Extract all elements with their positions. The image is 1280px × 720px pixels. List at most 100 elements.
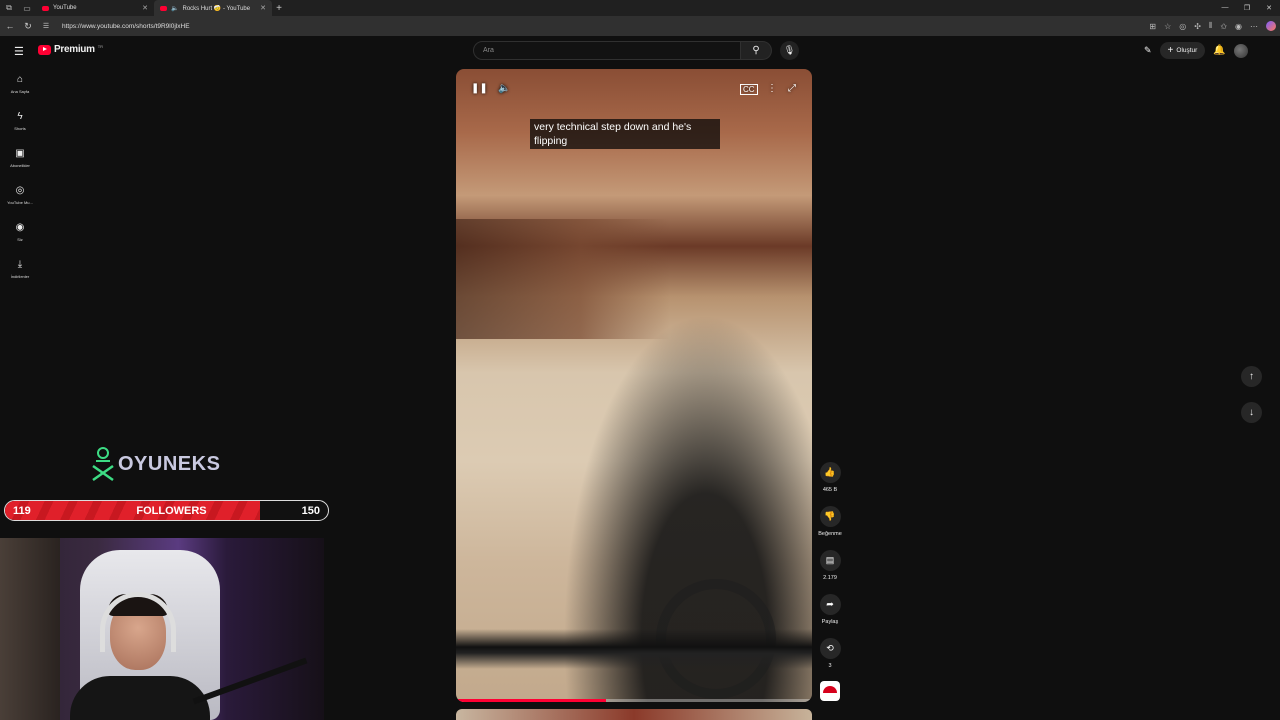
thumbs-up-icon: 👍 bbox=[819, 462, 841, 483]
tab-title: Rocks Hurt 🤕 - YouTube bbox=[182, 5, 251, 12]
back-icon[interactable]: ← bbox=[4, 21, 16, 31]
split-screen-icon[interactable]: ⫴ bbox=[1209, 21, 1212, 31]
left-sidebar: ⌂ Ana Sayfa ϟ Shorts ▣ Abonelikler ◎ You… bbox=[0, 70, 40, 292]
volume-icon[interactable]: 🔈 bbox=[498, 83, 510, 94]
red-bull-logo-icon bbox=[823, 686, 837, 693]
youtube-favicon-icon bbox=[160, 5, 167, 11]
app-install-icon[interactable]: ⊞ bbox=[1149, 22, 1156, 31]
remix-button[interactable]: ⟲ 3 bbox=[812, 638, 848, 682]
restore-icon[interactable]: ❐ bbox=[1236, 4, 1258, 12]
dislike-button[interactable]: 👎 Beğenme bbox=[812, 506, 848, 550]
more-options-icon[interactable]: ⋮ bbox=[767, 83, 777, 94]
sidebar-item-label: Siz bbox=[17, 237, 23, 242]
menu-icon[interactable]: ☰ bbox=[14, 45, 24, 58]
you-icon: ◉ bbox=[15, 222, 25, 233]
youtube-logo-icon bbox=[38, 44, 51, 55]
comment-count: 2.179 bbox=[823, 575, 837, 581]
extension-icon[interactable]: ◎ bbox=[1179, 22, 1186, 31]
speaker-icon: 🔈 bbox=[171, 5, 179, 12]
chat-icon[interactable]: ✎ bbox=[1144, 45, 1152, 56]
webcam-detail bbox=[70, 676, 210, 720]
share-button[interactable]: ➦ Paylaş bbox=[812, 594, 848, 638]
comments-button[interactable]: ▤ 2.179 bbox=[812, 550, 848, 594]
video-frame-detail bbox=[456, 219, 812, 339]
channel-avatar[interactable] bbox=[820, 681, 840, 701]
browser-toolbar-icons: ⊞ ☆ ◎ ✣ ⫴ ✩ ◉ ⋯ bbox=[1149, 21, 1276, 31]
close-icon[interactable]: ✕ bbox=[260, 4, 266, 12]
next-short-preview[interactable] bbox=[456, 709, 812, 720]
browser-address-bar: ← ↻ ☰ https://www.youtube.com/shorts/t9R… bbox=[0, 16, 1280, 36]
favorites-icon[interactable]: ✩ bbox=[1220, 22, 1227, 31]
search-button[interactable]: ⚲ bbox=[741, 41, 772, 60]
logo-text: Premium bbox=[54, 44, 95, 55]
tab-title: YouTube bbox=[53, 5, 77, 11]
puzzle-icon[interactable]: ✣ bbox=[1194, 22, 1201, 31]
sidebar-item-youtube-music[interactable]: ◎ YouTube Mu... bbox=[0, 181, 40, 218]
sidebar-item-label: YouTube Mu... bbox=[7, 200, 33, 205]
header-actions: ✎ + Oluştur 🔔 bbox=[1144, 42, 1248, 59]
oyuneks-logo: OYUNEKS bbox=[90, 446, 220, 482]
shorts-actions: 👍 465 B 👎 Beğenme ▤ 2.179 ➦ Paylaş ⟲ 3 bbox=[812, 462, 848, 682]
previous-short-button[interactable]: ↑ bbox=[1241, 366, 1262, 387]
create-button[interactable]: + Oluştur bbox=[1159, 42, 1206, 59]
webcam-feed bbox=[0, 538, 324, 720]
copilot-icon[interactable] bbox=[1266, 21, 1276, 31]
browser-tabbar: ⧉ ▭ YouTube ✕ 🔈 Rocks Hurt 🤕 - YouTube ✕… bbox=[0, 0, 1280, 16]
thumbs-down-icon: 👎 bbox=[819, 506, 841, 527]
video-progress-bar[interactable] bbox=[456, 699, 812, 702]
microphone-icon: 🎙 bbox=[783, 45, 796, 55]
close-window-icon[interactable]: ✕ bbox=[1258, 4, 1280, 12]
tab-list-icon[interactable]: ▭ bbox=[18, 0, 36, 16]
followers-goal: 150 bbox=[301, 505, 320, 517]
webcam-detail bbox=[0, 538, 60, 720]
create-label: Oluştur bbox=[1176, 47, 1198, 54]
avatar[interactable] bbox=[1233, 43, 1248, 58]
share-label: Paylaş bbox=[821, 619, 839, 625]
minimize-icon[interactable]: — bbox=[1214, 4, 1236, 12]
window-controls: — ❐ ✕ bbox=[1214, 4, 1280, 12]
browser-tab-youtube[interactable]: YouTube ✕ bbox=[36, 0, 154, 16]
next-short-button[interactable]: ↓ bbox=[1241, 402, 1262, 423]
sidebar-item-label: Ana Sayfa bbox=[10, 89, 30, 94]
sidebar-item-label: İndirilenler bbox=[10, 274, 30, 279]
like-count: 465 B bbox=[822, 487, 838, 493]
sidebar-item-downloads[interactable]: ⤓ İndirilenler bbox=[0, 255, 40, 292]
url-field[interactable]: https://www.youtube.com/shorts/t9R9l0jlx… bbox=[62, 23, 190, 30]
sidebar-item-you[interactable]: ◉ Siz bbox=[0, 218, 40, 255]
shorts-video-player[interactable]: ❚❚ 🔈 CC ⋮ ⤢ very technical step down and… bbox=[456, 69, 812, 702]
subscriptions-icon: ▣ bbox=[15, 148, 25, 159]
fullscreen-icon[interactable]: ⤢ bbox=[788, 83, 796, 94]
arrow-up-icon: ↑ bbox=[1249, 371, 1254, 382]
profile-icon[interactable]: ◉ bbox=[1235, 22, 1242, 31]
site-info-icon[interactable]: ☰ bbox=[40, 22, 52, 30]
followers-label: FOLLOWERS bbox=[136, 505, 207, 517]
closed-captions-icon[interactable]: CC bbox=[740, 84, 758, 95]
sidebar-item-home[interactable]: ⌂ Ana Sayfa bbox=[0, 70, 40, 107]
sidebar-item-label: Shorts bbox=[14, 126, 26, 131]
shorts-icon: ϟ bbox=[17, 111, 23, 122]
voice-search-button[interactable]: 🎙 bbox=[780, 41, 799, 60]
youtube-premium-logo[interactable]: Premium TR bbox=[38, 44, 103, 55]
like-button[interactable]: 👍 465 B bbox=[812, 462, 848, 506]
search-icon: ⚲ bbox=[752, 45, 760, 56]
sidebar-item-label: Abonelikler bbox=[10, 163, 30, 168]
more-menu-icon[interactable]: ⋯ bbox=[1250, 22, 1258, 31]
reload-icon[interactable]: ↻ bbox=[22, 21, 34, 32]
dislike-label: Beğenme bbox=[818, 531, 842, 537]
pause-icon[interactable]: ❚❚ bbox=[471, 83, 488, 94]
search-input[interactable]: Ara bbox=[473, 41, 741, 60]
close-icon[interactable]: ✕ bbox=[142, 4, 148, 12]
tab-actions-icon[interactable]: ⧉ bbox=[0, 0, 18, 16]
downloads-icon: ⤓ bbox=[17, 259, 23, 270]
video-frame-detail bbox=[456, 629, 812, 669]
logo-region: TR bbox=[97, 44, 104, 49]
bookmark-star-icon[interactable]: ☆ bbox=[1164, 22, 1171, 31]
sidebar-item-subscriptions[interactable]: ▣ Abonelikler bbox=[0, 144, 40, 181]
brand-name: OYUNEKS bbox=[118, 452, 221, 475]
sidebar-item-shorts[interactable]: ϟ Shorts bbox=[0, 107, 40, 144]
new-tab-button[interactable]: + bbox=[272, 3, 286, 14]
youtube-music-icon: ◎ bbox=[15, 185, 25, 196]
share-icon: ➦ bbox=[819, 594, 841, 615]
browser-tab-rocks-hurt[interactable]: 🔈 Rocks Hurt 🤕 - YouTube ✕ bbox=[154, 0, 272, 16]
notifications-bell-icon[interactable]: 🔔 bbox=[1213, 45, 1225, 56]
